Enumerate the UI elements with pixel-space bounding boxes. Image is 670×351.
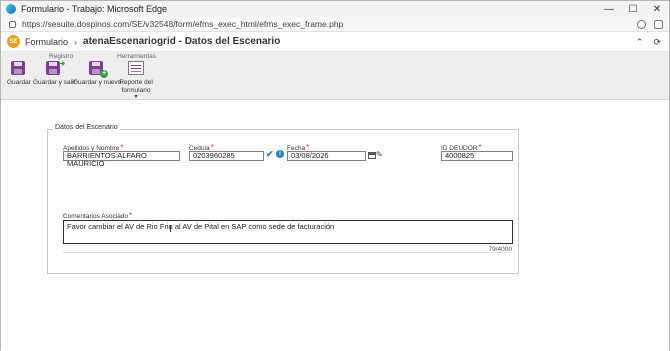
browser-window: Formulario - Trabajo: Microsoft Edge — ☐…	[0, 0, 670, 351]
header-actions: ⌃ ⟳	[636, 37, 661, 48]
save-and-new-label: Guardar y nuevo	[73, 79, 122, 86]
page-title: atenaEscenariogrid - Datos del Escenario	[83, 36, 281, 47]
save-new-icon: +	[89, 61, 109, 78]
report-icon	[128, 61, 144, 76]
reading-view-icon[interactable]	[654, 20, 663, 29]
close-button[interactable]: ✕	[645, 1, 669, 17]
id-deudor-field[interactable]: 4000825	[441, 151, 513, 161]
text-cursor-icon: I	[169, 224, 172, 235]
section-title: Datos del Escenario	[53, 124, 120, 131]
form-report-button[interactable]: Reporte del formulario ▼	[119, 61, 153, 100]
breadcrumb-separator-icon: ›	[74, 36, 78, 47]
maximize-button[interactable]: ☐	[621, 1, 645, 17]
window-title: Formulario - Trabajo: Microsoft Edge	[21, 4, 168, 14]
comentarios-textarea[interactable]: Favor cambiar el AV de Rio Frio al AV de…	[63, 220, 513, 244]
window-controls: — ☐ ✕	[597, 1, 669, 17]
app-header: SE Formulario › atenaEscenariogrid - Dat…	[1, 32, 669, 52]
character-counter: 79/4000	[488, 246, 513, 253]
minimize-button[interactable]: —	[597, 1, 621, 17]
ribbon-group-herramientas: Herramientas	[117, 53, 157, 60]
save-and-exit-label: Guardar y salir	[33, 79, 76, 86]
save-exit-icon: ➜	[46, 59, 65, 76]
info-icon[interactable]: i	[276, 150, 284, 158]
comentarios-label: Comentarios Asociado*	[63, 211, 133, 220]
form-area: Datos del Escenario Apellidos y Nombre* …	[1, 100, 669, 351]
save-and-new-button[interactable]: + Guardar y nuevo	[73, 61, 121, 87]
edge-browser-icon	[6, 4, 16, 14]
title-bar: Formulario - Trabajo: Microsoft Edge — ☐…	[1, 1, 669, 17]
textarea-footer	[63, 245, 513, 253]
collapse-icon[interactable]: ⌃	[636, 37, 644, 48]
nombre-field[interactable]: BARRIENTOS ALFARO MAURICIO	[63, 151, 180, 168]
save-label: Guardar	[7, 79, 31, 86]
validate-check-icon[interactable]: ✔	[266, 149, 274, 160]
tracking-prevention-icon[interactable]	[637, 20, 646, 29]
toolbar-ribbon: Registro Herramientas Guardar ➜ Guardar …	[1, 52, 669, 100]
address-bar[interactable]: https://sesuite.dospinos.com/SE/v32548/f…	[1, 17, 669, 32]
lock-icon[interactable]	[9, 20, 16, 28]
cedula-field[interactable]: 0203960285	[189, 151, 264, 161]
fecha-field[interactable]: 03/08/2026	[287, 151, 366, 161]
url-text[interactable]: https://sesuite.dospinos.com/SE/v32548/f…	[22, 19, 343, 29]
save-button[interactable]: Guardar	[7, 61, 31, 87]
address-bar-actions	[637, 20, 663, 29]
refresh-icon[interactable]: ⟳	[653, 37, 661, 48]
save-icon	[10, 61, 27, 76]
calendar-icon[interactable]	[368, 152, 376, 159]
save-and-exit-button[interactable]: ➜ Guardar y salir	[33, 59, 76, 87]
form-report-label: Reporte del formulario	[119, 79, 153, 94]
app-logo: SE	[7, 35, 20, 48]
breadcrumb-root[interactable]: Formulario	[25, 37, 68, 47]
date-picker-icon[interactable]: ✎	[376, 150, 383, 159]
required-icon: *	[129, 211, 133, 220]
